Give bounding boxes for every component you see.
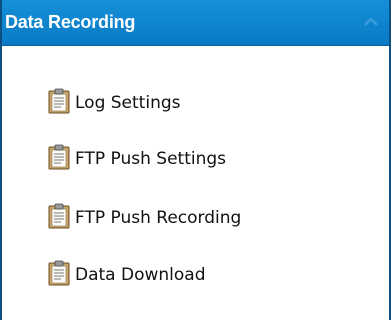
- menu-item-label: Data Download: [75, 265, 206, 285]
- menu-item-ftp-push-recording[interactable]: FTP Push Recording: [48, 201, 241, 235]
- menu-item-ftp-push-settings[interactable]: FTP Push Settings: [48, 142, 226, 176]
- menu-item-log-settings[interactable]: Log Settings: [48, 86, 181, 120]
- clipboard-icon: [48, 88, 70, 114]
- clipboard-icon: [48, 144, 70, 170]
- chevron-up-icon[interactable]: [361, 12, 381, 32]
- clipboard-icon: [48, 260, 70, 286]
- panel-title: Data Recording: [5, 12, 136, 32]
- menu-item-label: Log Settings: [75, 93, 181, 113]
- panel-header[interactable]: Data Recording: [2, 0, 389, 46]
- menu-item-label: FTP Push Recording: [75, 208, 242, 228]
- menu-item-label: FTP Push Settings: [75, 149, 227, 169]
- menu-item-data-download[interactable]: Data Download: [48, 258, 206, 292]
- data-recording-panel: Data Recording Log Settings FTP Push Set…: [0, 0, 391, 320]
- clipboard-icon: [48, 203, 70, 229]
